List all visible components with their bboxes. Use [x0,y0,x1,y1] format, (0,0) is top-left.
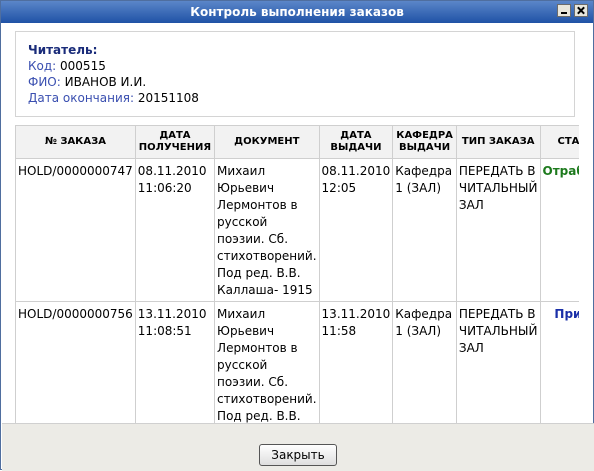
received-cell: 13.11.2010 11:08:51 [134,301,216,423]
received-cell: 08.11.2010 11:06:20 [134,158,216,302]
col-header-order-no: № ЗАКАЗА [15,125,136,159]
col-header-received: ДАТА ПОЛУЧЕНИЯ [134,125,216,159]
table-row[interactable]: HOLD/0000000756 13.11.2010 11:08:51 Миха… [15,301,579,423]
desk-cell: Кафедра 1 (ЗАЛ) [392,301,457,423]
orders-table: № ЗАКАЗА ДАТА ПОЛУЧЕНИЯ ДОКУМЕНТ ДАТА ВЫ… [15,125,579,423]
minimize-icon[interactable] [557,4,571,17]
col-header-order-type: ТИП ЗАКАЗА [455,125,541,159]
issue-date-cell: 08.11.2010 12:05 [318,158,394,302]
end-date-label: Дата окончания: [28,91,135,105]
close-button[interactable]: Закрыть [259,444,337,466]
col-header-desk: КАФЕДРА ВЫДАЧИ [392,125,457,159]
order-no-cell: HOLD/0000000756 [15,301,136,423]
issue-date-cell: 13.11.2010 11:58 [318,301,394,423]
reader-end-row: Дата окончания: 20151108 [28,90,574,106]
code-value: 000515 [60,59,106,73]
document-cell: Михаил Юрьевич Лермонтов в русской поэзи… [214,158,320,302]
order-type-cell: ПЕРЕДАТЬ В ЧИТАЛЬНЫЙ ЗАЛ [455,158,541,302]
close-icon[interactable] [574,4,588,17]
name-label: ФИО: [28,75,61,89]
orders-window: Контроль выполнения заказов Читатель: Ко… [0,0,594,471]
table-row[interactable]: HOLD/0000000747 08.11.2010 11:06:20 Миха… [15,158,579,302]
reader-name-row: ФИО: ИВАНОВ И.И. [28,74,574,90]
col-header-issue-date: ДАТА ВЫДАЧИ [318,125,394,159]
dialog-footer: Закрыть [2,423,594,471]
table-header-row: № ЗАКАЗА ДАТА ПОЛУЧЕНИЯ ДОКУМЕНТ ДАТА ВЫ… [15,125,579,159]
window-title: Контроль выполнения заказов [190,5,404,19]
document-cell: Михаил Юрьевич Лермонтов в русской поэзи… [214,301,320,423]
end-date-value: 20151108 [137,91,199,105]
reader-info: Читатель: Код: 000515 ФИО: ИВАНОВ И.И. Д… [15,31,575,117]
desk-cell: Кафедра 1 (ЗАЛ) [392,158,457,302]
order-no-cell: HOLD/0000000747 [15,158,136,302]
order-type-cell: ПЕРЕДАТЬ В ЧИТАЛЬНЫЙ ЗАЛ [455,301,541,423]
col-header-status: СТАТУС [539,125,579,159]
col-header-document: ДОКУМЕНТ [214,125,320,159]
title-bar[interactable]: Контроль выполнения заказов [1,1,593,23]
status-cell: Принят [539,301,579,423]
name-value: ИВАНОВ И.И. [64,75,147,89]
reader-code-row: Код: 000515 [28,58,574,74]
code-label: Код: [28,59,57,73]
orders-table-container[interactable]: № ЗАКАЗА ДАТА ПОЛУЧЕНИЯ ДОКУМЕНТ ДАТА ВЫ… [15,125,579,423]
reader-heading: Читатель: [28,43,98,57]
status-cell: Отработан [539,158,579,302]
